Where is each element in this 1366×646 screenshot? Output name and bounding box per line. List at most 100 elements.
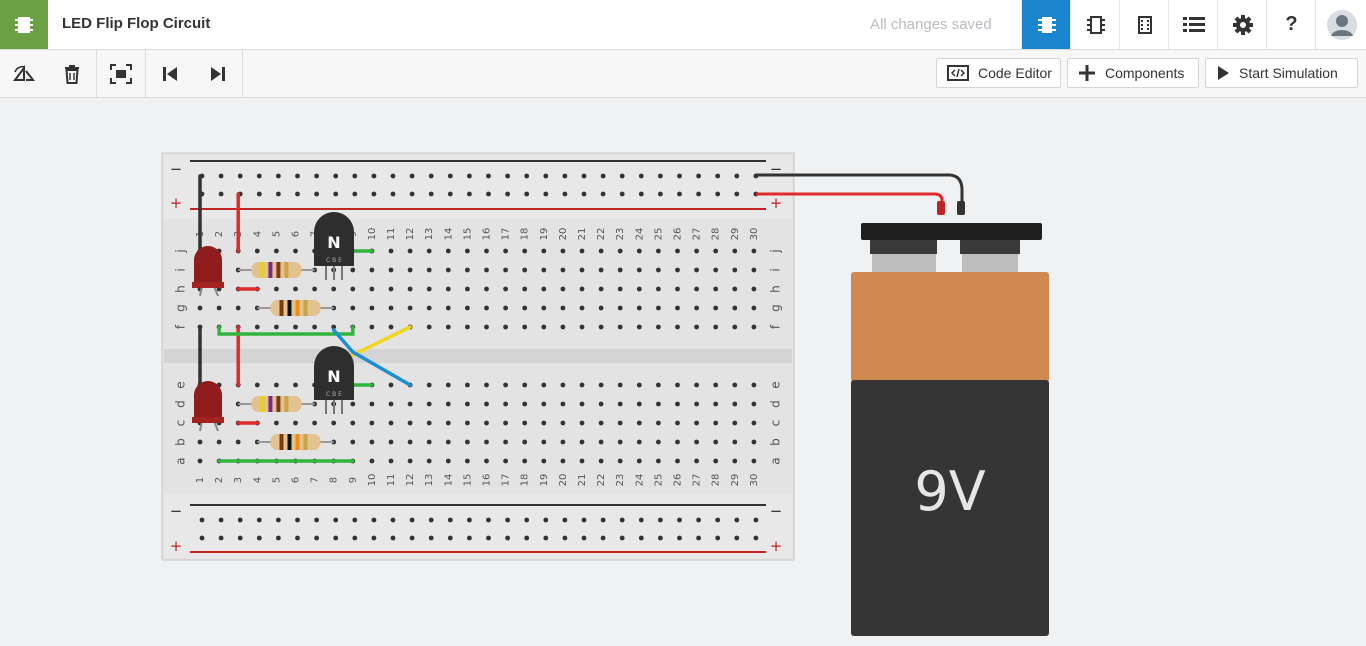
breadboard-hole[interactable] xyxy=(484,324,489,330)
rail-hole[interactable] xyxy=(600,517,606,523)
breadboard-hole[interactable] xyxy=(617,305,623,311)
rail-hole[interactable] xyxy=(352,517,358,523)
breadboard-hole[interactable] xyxy=(350,286,356,292)
breadboard-hole[interactable] xyxy=(445,248,451,254)
breadboard-hole[interactable] xyxy=(617,382,623,388)
rail-hole[interactable] xyxy=(467,535,472,541)
rail-hole[interactable] xyxy=(371,535,377,541)
rail-hole[interactable] xyxy=(467,191,472,197)
rail-hole[interactable] xyxy=(295,191,300,197)
breadboard-hole[interactable] xyxy=(732,439,738,445)
rail-hole[interactable] xyxy=(658,535,663,541)
breadboard-hole[interactable] xyxy=(541,401,547,407)
breadboard-hole[interactable] xyxy=(484,401,489,407)
breadboard-hole[interactable] xyxy=(656,305,661,311)
breadboard-hole[interactable] xyxy=(751,458,757,464)
breadboard-hole[interactable] xyxy=(522,305,528,311)
breadboard-hole[interactable] xyxy=(312,286,317,292)
rail-hole[interactable] xyxy=(295,517,300,523)
breadboard-hole[interactable] xyxy=(751,401,757,407)
breadboard-hole[interactable] xyxy=(522,401,528,407)
rail-hole[interactable] xyxy=(638,517,644,523)
rail-hole[interactable] xyxy=(428,173,434,179)
rail-hole[interactable] xyxy=(390,517,396,523)
undo-button[interactable] xyxy=(146,50,194,97)
rail-hole[interactable] xyxy=(486,173,491,179)
breadboard-hole[interactable] xyxy=(579,248,585,254)
breadboard-hole[interactable] xyxy=(503,305,508,311)
rail-hole[interactable] xyxy=(371,191,377,197)
breadboard-hole[interactable] xyxy=(579,305,585,311)
breadboard-hole[interactable] xyxy=(274,420,279,426)
breadboard-hole[interactable] xyxy=(541,286,547,292)
breadboard-hole[interactable] xyxy=(216,439,222,445)
breadboard-hole[interactable] xyxy=(407,458,413,464)
project-title[interactable]: LED Flip Flop Circuit xyxy=(62,15,210,32)
rail-hole[interactable] xyxy=(314,173,319,179)
breadboard-hole[interactable] xyxy=(598,458,604,464)
breadboard-hole[interactable] xyxy=(331,420,337,426)
rail-hole[interactable] xyxy=(524,535,530,541)
redo-button[interactable] xyxy=(194,50,242,97)
breadboard-hole[interactable] xyxy=(732,248,738,254)
rail-hole[interactable] xyxy=(562,173,568,179)
list-view-button[interactable] xyxy=(1168,0,1218,49)
breadboard-hole[interactable] xyxy=(388,382,394,388)
rail-hole[interactable] xyxy=(638,191,644,197)
breadboard-hole[interactable] xyxy=(484,458,489,464)
rail-hole[interactable] xyxy=(199,517,205,523)
rail-hole[interactable] xyxy=(581,191,587,197)
breadboard-hole[interactable] xyxy=(560,305,566,311)
rail-hole[interactable] xyxy=(638,173,644,179)
breadboard-hole[interactable] xyxy=(713,458,719,464)
breadboard-hole[interactable] xyxy=(751,286,757,292)
breadboard-hole[interactable] xyxy=(407,286,413,292)
rail-hole[interactable] xyxy=(333,517,339,523)
breadboard-hole[interactable] xyxy=(675,267,680,273)
rail-hole[interactable] xyxy=(696,173,701,179)
rail-hole[interactable] xyxy=(543,535,549,541)
breadboard-hole[interactable] xyxy=(694,248,699,254)
rail-hole[interactable] xyxy=(447,191,453,197)
rail-hole[interactable] xyxy=(619,517,625,523)
breadboard-hole[interactable] xyxy=(713,401,719,407)
breadboard-hole[interactable] xyxy=(522,286,528,292)
breadboard-hole[interactable] xyxy=(579,267,585,273)
breadboard-hole[interactable] xyxy=(617,420,623,426)
user-menu-button[interactable] xyxy=(1315,0,1366,49)
breadboard-hole[interactable] xyxy=(426,248,432,254)
rail-hole[interactable] xyxy=(677,173,682,179)
breadboard-hole[interactable] xyxy=(465,286,470,292)
breadboard-hole[interactable] xyxy=(426,382,432,388)
rail-hole[interactable] xyxy=(371,173,377,179)
rail-hole[interactable] xyxy=(524,191,530,197)
breadboard-hole[interactable] xyxy=(503,248,508,254)
breadboard-hole[interactable] xyxy=(350,305,356,311)
breadboard-hole[interactable] xyxy=(541,420,547,426)
breadboard-hole[interactable] xyxy=(541,458,547,464)
breadboard-hole[interactable] xyxy=(694,382,699,388)
breadboard-hole[interactable] xyxy=(713,305,719,311)
rail-hole[interactable] xyxy=(333,191,339,197)
breadboard-hole[interactable] xyxy=(751,324,757,330)
breadboard-hole[interactable] xyxy=(732,382,738,388)
breadboard-hole[interactable] xyxy=(388,401,394,407)
breadboard-hole[interactable] xyxy=(503,439,508,445)
breadboard-hole[interactable] xyxy=(732,324,738,330)
breadboard-hole[interactable] xyxy=(560,286,566,292)
breadboard-hole[interactable] xyxy=(388,324,394,330)
rail-hole[interactable] xyxy=(658,517,663,523)
breadboard-hole[interactable] xyxy=(598,420,604,426)
rail-hole[interactable] xyxy=(505,191,510,197)
help-button[interactable]: ? xyxy=(1266,0,1316,49)
rail-hole[interactable] xyxy=(390,191,396,197)
breadboard-hole[interactable] xyxy=(617,248,623,254)
breadboard-hole[interactable] xyxy=(465,324,470,330)
rail-hole[interactable] xyxy=(352,535,358,541)
breadboard-hole[interactable] xyxy=(522,458,528,464)
breadboard-hole[interactable] xyxy=(579,439,585,445)
breadboard-hole[interactable] xyxy=(293,420,298,426)
breadboard-hole[interactable] xyxy=(560,401,566,407)
breadboard-hole[interactable] xyxy=(617,324,623,330)
breadboard-hole[interactable] xyxy=(675,305,680,311)
